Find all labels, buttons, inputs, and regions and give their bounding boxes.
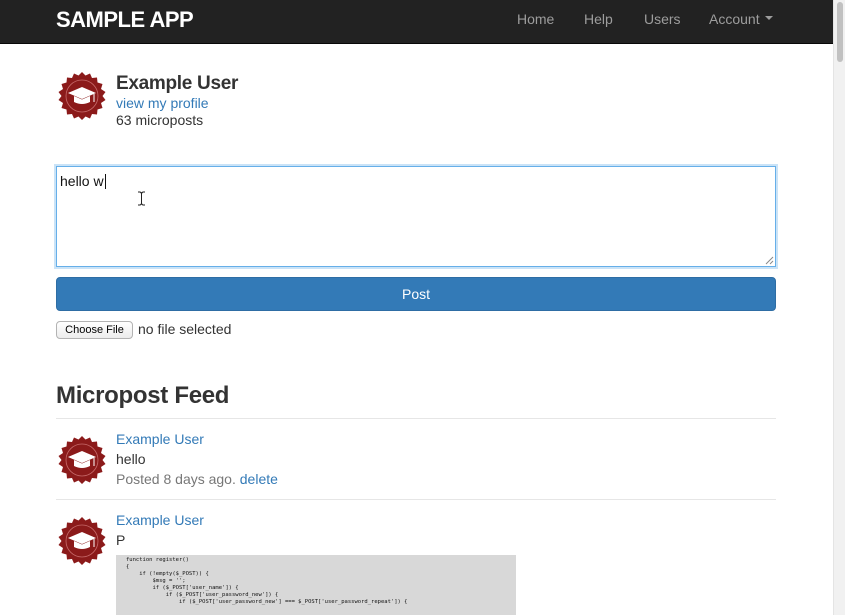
post-avatar-icon[interactable] (57, 516, 107, 566)
scrollbar-thumb[interactable] (837, 2, 843, 62)
post-content: P (116, 532, 126, 548)
resize-grip-icon[interactable] (765, 256, 774, 265)
navbar: SAMPLE APP Home Help Users Account (0, 0, 833, 44)
ibeam-cursor-icon (138, 191, 145, 206)
page-scrollbar[interactable] (833, 0, 845, 615)
nav-account-label: Account (709, 11, 760, 27)
feed-title: Micropost Feed (56, 382, 230, 409)
nav-home-link[interactable]: Home (517, 11, 554, 27)
text-caret (104, 174, 106, 189)
micropost-count: 63 microposts (116, 112, 204, 128)
user-avatar-icon[interactable] (57, 71, 107, 121)
delete-post-link[interactable]: delete (240, 471, 278, 487)
nav-users-link[interactable]: Users (644, 11, 681, 27)
profile-user-name: Example User (116, 73, 239, 94)
post-user-link[interactable]: Example User (116, 512, 204, 528)
post-avatar-icon[interactable] (57, 435, 107, 485)
file-status: no file selected (138, 321, 232, 337)
nav-account-dropdown[interactable]: Account (709, 11, 773, 27)
nav-help-link[interactable]: Help (584, 11, 613, 27)
micropost-textarea[interactable]: hello w (56, 166, 776, 267)
caret-down-icon (764, 16, 773, 21)
brand-logo[interactable]: SAMPLE APP (56, 7, 194, 33)
post-content: hello (116, 451, 146, 467)
post-divider (56, 499, 776, 500)
view-profile-link[interactable]: view my profile (116, 95, 209, 111)
post-meta: Posted 8 days ago. delete (116, 471, 278, 487)
post-image-code-screenshot[interactable]: function register() { if (!empty($_POST)… (116, 555, 516, 615)
post-user-link[interactable]: Example User (116, 431, 204, 447)
post-button[interactable]: Post (56, 277, 776, 311)
choose-file-button[interactable]: Choose File (56, 321, 133, 339)
textarea-content: hello w (60, 173, 104, 189)
post-timestamp: Posted 8 days ago. (116, 471, 236, 487)
feed-divider (56, 418, 776, 419)
